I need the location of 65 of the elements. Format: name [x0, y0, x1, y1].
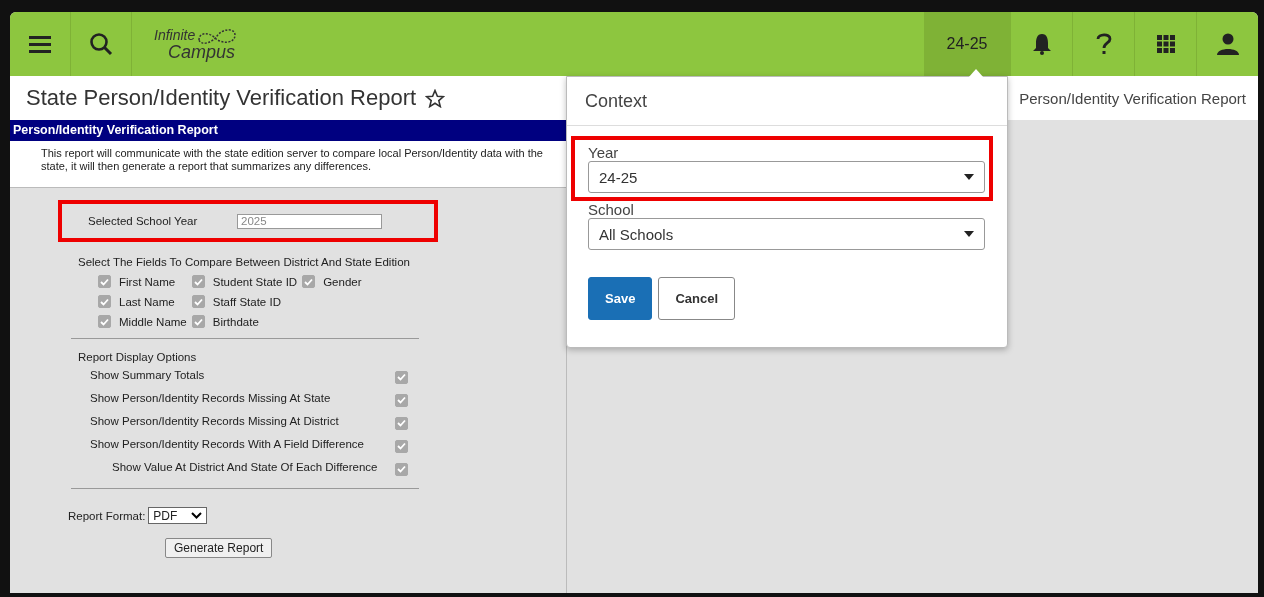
checkbox[interactable]	[191, 275, 205, 288]
check-icon	[193, 277, 203, 286]
check-icon	[397, 396, 406, 404]
check-icon	[100, 277, 109, 286]
year-dropdown[interactable]: 24-25	[588, 161, 985, 193]
menu-icon	[29, 35, 51, 53]
breadcrumb: Person/Identity Verification Report	[1019, 89, 1246, 107]
field-label: Selected School Year	[88, 215, 199, 227]
bell-icon	[1031, 33, 1052, 55]
checkbox[interactable]	[395, 416, 408, 430]
cancel-button[interactable]: Cancel	[658, 277, 735, 320]
checkbox-label: Last Name	[119, 295, 175, 308]
section-label: Select The Fields To Compare Between District And State Edition	[78, 256, 411, 268]
user-icon	[1216, 33, 1239, 55]
checkbox[interactable]	[98, 275, 111, 288]
checkbox-label: Student State ID	[212, 275, 298, 288]
help-icon	[1095, 32, 1112, 56]
check-icon	[100, 317, 109, 326]
checkbox[interactable]	[395, 370, 408, 384]
caret-icon	[964, 231, 974, 237]
check-icon	[193, 317, 203, 326]
check-icon	[397, 419, 406, 427]
caret-icon	[964, 174, 974, 180]
field-label: Report Format:	[68, 509, 146, 522]
checkbox-label: Gender	[323, 275, 362, 288]
school-dropdown[interactable]: All Schools	[588, 218, 985, 250]
check-icon	[397, 442, 406, 450]
checkbox[interactable]	[98, 295, 111, 308]
check-icon	[397, 465, 406, 473]
option-label: Show Person/Identity Records Missing At District	[90, 414, 339, 427]
checkbox[interactable]	[302, 275, 316, 288]
option-label: Show Person/Identity Records Missing At State	[90, 391, 331, 404]
search-icon	[89, 32, 113, 56]
field-label: School	[588, 201, 635, 218]
field-label: Year	[588, 144, 620, 161]
save-button[interactable]: Save	[588, 277, 653, 320]
checkbox[interactable]	[395, 393, 408, 407]
page-title: State Person/Identity Verification Report	[26, 85, 417, 111]
logo[interactable]: Infinite Campus	[154, 27, 240, 61]
option-label: Show Value At District And State Of Each Difference	[112, 460, 378, 473]
checkbox[interactable]	[98, 315, 111, 328]
check-icon	[100, 297, 109, 306]
checkbox-label: Birthdate	[212, 315, 259, 328]
generate-report-button[interactable]: Generate Report	[165, 538, 273, 558]
checkbox[interactable]	[395, 462, 408, 476]
checkbox[interactable]	[395, 439, 408, 453]
chevron-icon	[191, 512, 203, 519]
checkbox-label: First Name	[119, 275, 176, 288]
format-dropdown[interactable]: PDF	[148, 507, 208, 524]
checkbox-label: Staff State ID	[212, 295, 281, 308]
grid-icon	[1156, 35, 1175, 53]
popup-title: Context	[567, 77, 1007, 126]
checkbox-label: Middle Name	[119, 315, 187, 328]
check-icon	[193, 297, 203, 306]
option-label: Show Summary Totals	[90, 368, 205, 381]
checkbox[interactable]	[191, 295, 205, 308]
star-icon	[425, 88, 446, 108]
option-label: Show Person/Identity Records With A Field Difference	[90, 437, 364, 450]
section-label: Report Display Options	[78, 351, 198, 363]
check-icon	[304, 277, 314, 286]
section-header: Person/Identity Verification Report	[10, 120, 566, 141]
description: This report will communicate with the state edition server to compare local Person/Identity data with the state, it will then generate a report that summarizes any differences.	[41, 147, 544, 173]
check-icon	[397, 373, 406, 381]
checkbox[interactable]	[191, 315, 205, 328]
context-button[interactable]: 24-25	[924, 12, 1010, 76]
